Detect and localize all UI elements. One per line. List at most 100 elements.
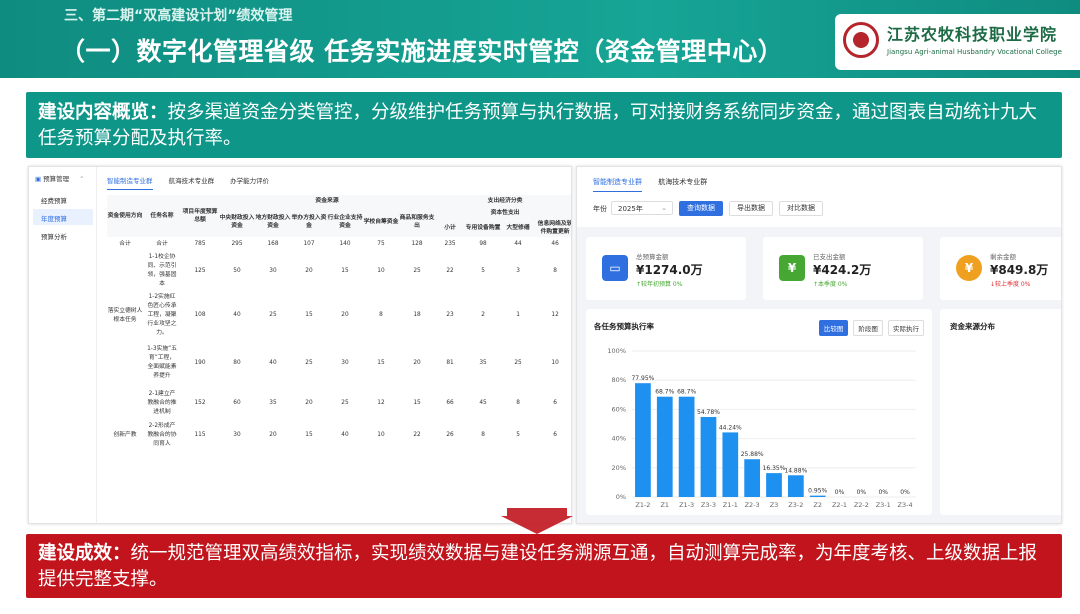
sidebar-item-budget-analysis[interactable]: 预算分析 bbox=[41, 231, 67, 241]
bar-Z1-2[interactable] bbox=[635, 383, 651, 497]
bar-Z3[interactable] bbox=[766, 473, 782, 497]
sidebar-group-budget[interactable]: ▣ 预算管理 ⌃ bbox=[35, 173, 85, 183]
cell-value: 1 bbox=[516, 312, 520, 318]
cell-value: 5 bbox=[481, 267, 485, 274]
data-label: 0% bbox=[835, 489, 845, 496]
cell-value: 235 bbox=[444, 240, 456, 247]
cell-value: 25 bbox=[341, 399, 349, 406]
budget-table-body: 合计 合计 785 295 168 107 140 75 128 235 98 44 46 1-1校企协同… bbox=[107, 237, 571, 451]
card-spent: ¥ 已支出金额 ¥424.2万 ↑本季度 0% bbox=[763, 237, 923, 300]
down-arrow-icon bbox=[501, 508, 573, 534]
fund-source-panel: 资金来源分布 bbox=[940, 309, 1061, 515]
cell-direction bbox=[107, 386, 143, 420]
x-tick-label: Z1-3 bbox=[679, 501, 694, 509]
year-label: 年份 bbox=[593, 205, 607, 213]
col-header-fund-source: 资金来源 bbox=[219, 195, 436, 207]
bar-Z2-3[interactable] bbox=[744, 459, 761, 497]
chart-mode-compare[interactable]: 比较图 bbox=[818, 320, 849, 336]
bar-Z1[interactable] bbox=[656, 396, 673, 497]
results-label: 建设成效： bbox=[38, 543, 131, 564]
cell-task: 1-2实施红色匠心传承工程，凝聚行业攻坚之力。 bbox=[147, 294, 177, 336]
year-select[interactable]: 2025年 ⌄ bbox=[611, 201, 673, 215]
cell-value: 15 bbox=[413, 399, 421, 406]
x-tick-label: Z3-3 bbox=[701, 501, 716, 509]
chart-title: 各任务预算执行率 bbox=[594, 322, 654, 331]
page-header: 三、第二期“双高建设计划”绩效管理 （一）数字化管理省级 任务实施进度实时管控（… bbox=[0, 0, 1080, 78]
cell-value: 152 bbox=[194, 399, 206, 406]
data-label: 68.7% bbox=[655, 389, 674, 396]
section-title: 三、第二期“双高建设计划”绩效管理 bbox=[64, 8, 293, 24]
chevron-up-icon: ⌃ bbox=[79, 175, 85, 183]
execution-rate-chart-panel: 各任务预算执行率 比较图 阶段图 实际执行 0% 20% 40% 60% 80% 100%… bbox=[586, 309, 932, 515]
cell-value: 15 bbox=[305, 432, 313, 438]
x-tick-label: Z3 bbox=[770, 501, 779, 509]
compare-button[interactable]: 对比数据 bbox=[779, 201, 823, 216]
cell-value: 20 bbox=[341, 312, 349, 318]
cell-value: 3 bbox=[516, 267, 520, 274]
cell-value: 23 bbox=[446, 312, 454, 318]
data-label: 25.88% bbox=[741, 451, 764, 458]
query-button[interactable]: 查询数据 bbox=[679, 201, 723, 216]
card-total-budget: ▭ 总预算金额 ¥1274.0万 ↑较年初预算 0% bbox=[586, 237, 746, 300]
data-label: 68.7% bbox=[677, 389, 696, 396]
cell-value: 8 bbox=[553, 267, 557, 274]
execution-rate-bar-chart: 0% 20% 40% 60% 80% 100% 77.95% Z1-2 68.7% Z1 68.7%… bbox=[607, 347, 916, 509]
cell-value: 108 bbox=[194, 312, 206, 318]
col-header: 中央财政投入资金 bbox=[219, 207, 255, 237]
bar-Z2[interactable] bbox=[809, 495, 826, 497]
cell-value: 128 bbox=[411, 240, 423, 247]
x-tick-label: Z1-2 bbox=[635, 501, 650, 509]
cell-value: 40 bbox=[233, 312, 241, 318]
cell-value: 12 bbox=[377, 399, 385, 406]
cell-value: 140 bbox=[339, 240, 351, 247]
cell-value: 8 bbox=[481, 432, 485, 438]
cell-value: 22 bbox=[446, 267, 454, 274]
tab-smart-manufacturing[interactable]: 智能制造专业群 bbox=[107, 175, 153, 190]
bar-Z3-2[interactable] bbox=[787, 475, 804, 497]
table-row: 1-1校企协同、示范引领，强基固本 125 50 30 20 15 10 25 22 5 3 8 bbox=[107, 251, 571, 291]
table-row: 落实立德树人根本任务 1-2实施红色匠心传承工程，凝聚行业攻坚之力。 108 40 25… bbox=[107, 291, 571, 340]
x-tick-label: Z3-1 bbox=[876, 501, 891, 509]
col-header: 地方财政投入资金 bbox=[255, 207, 291, 237]
col-header: 小计 bbox=[435, 219, 466, 237]
cell-value: 45 bbox=[479, 399, 487, 406]
bar-Z1-3[interactable] bbox=[678, 396, 695, 497]
tab-smart-manufacturing[interactable]: 智能制造专业群 bbox=[593, 177, 642, 192]
chart-mode-buttons: 比较图 阶段图 实际执行 bbox=[816, 320, 924, 336]
bar-Z1-1[interactable] bbox=[722, 432, 739, 497]
college-logo: 江苏农牧科技职业学院 Jiangsu Agri-animal Husbandry… bbox=[835, 14, 1080, 70]
bar-Z3-3[interactable] bbox=[700, 417, 717, 497]
tab-capability-evaluation[interactable]: 办学能力评价 bbox=[230, 175, 269, 189]
y-tick-label: 0% bbox=[616, 493, 626, 501]
tab-navigation-tech[interactable]: 航海技术专业群 bbox=[658, 177, 707, 191]
col-header: 举办方投入资金 bbox=[291, 207, 327, 237]
cell-value: 25 bbox=[305, 359, 313, 366]
export-button[interactable]: 导出数据 bbox=[729, 201, 773, 216]
card-change: ↑本季度 0% bbox=[813, 281, 848, 288]
cell-value: 785 bbox=[194, 240, 206, 247]
cell-value: 60 bbox=[233, 399, 241, 406]
card-value: ¥424.2万 bbox=[813, 263, 872, 277]
cell-value: 168 bbox=[267, 240, 279, 247]
budget-dashboard-screen: 智能制造专业群 航海技术专业群 年份 2025年 ⌄ 查询数据 导出数据 对比数… bbox=[576, 166, 1062, 524]
cell-value: 46 bbox=[551, 240, 559, 247]
cell-value: 15 bbox=[305, 312, 313, 318]
tab-navigation-tech[interactable]: 航海技术专业群 bbox=[169, 175, 215, 189]
sidebar: ▣ 预算管理 ⌃ 经费预算 年度预算 预算分析 bbox=[29, 167, 97, 523]
data-label: 0% bbox=[857, 489, 867, 496]
col-header-capital: 资本性支出 bbox=[435, 207, 571, 219]
chart-mode-stage[interactable]: 阶段图 bbox=[853, 320, 883, 336]
sidebar-item-funding-budget[interactable]: 经费预算 bbox=[41, 195, 67, 205]
chart-mode-actual[interactable]: 实际执行 bbox=[888, 320, 924, 336]
col-header: 学校自筹资金 bbox=[363, 207, 399, 237]
sidebar-item-annual-budget[interactable]: 年度预算 bbox=[33, 209, 93, 225]
col-header-expense-class: 支出经济分类 bbox=[435, 195, 571, 207]
card-value: ¥849.8万 bbox=[990, 263, 1049, 277]
y-tick-label: 40% bbox=[612, 435, 626, 443]
overview-text: 按多渠道资金分类管控，分级维护任务预算与执行数据，可对接财务系统同步资金，通过图… bbox=[38, 102, 1038, 149]
cell-value: 81 bbox=[446, 359, 454, 366]
logo-chinese-name: 江苏农牧科技职业学院 bbox=[887, 25, 1058, 44]
cell-value: 22 bbox=[413, 432, 421, 438]
cell-value: 35 bbox=[479, 359, 487, 366]
cell-value: 75 bbox=[377, 240, 385, 247]
